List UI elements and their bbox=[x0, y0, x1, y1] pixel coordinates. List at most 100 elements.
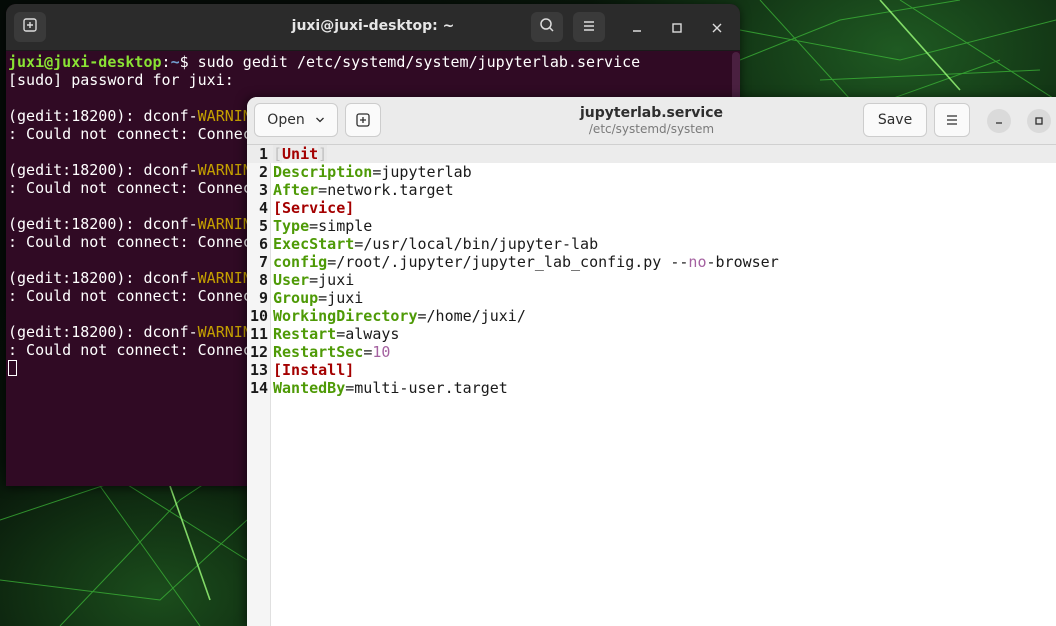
config-key: WantedBy bbox=[273, 379, 346, 397]
code-line[interactable]: 2 Description=jupyterlab bbox=[247, 163, 1056, 181]
code-line[interactable]: 9 Group=juxi bbox=[247, 289, 1056, 307]
config-key: config bbox=[273, 253, 328, 271]
terminal-close-button[interactable] bbox=[706, 17, 728, 39]
warning-word: WARNIN bbox=[197, 107, 252, 125]
terminal-minimize-button[interactable] bbox=[626, 17, 648, 39]
line-content: [Service] bbox=[273, 199, 354, 217]
warning-prefix: (gedit:18200): dconf- bbox=[8, 215, 198, 233]
close-icon bbox=[711, 19, 723, 38]
code-line[interactable]: 6 ExecStart=/usr/local/bin/jupyter-lab bbox=[247, 235, 1056, 253]
hamburger-menu-icon bbox=[945, 113, 959, 127]
search-icon bbox=[539, 17, 555, 37]
config-value: /root/.jupyter/jupyter_lab_config.py -- bbox=[336, 253, 689, 271]
code-lines[interactable]: 1 [Unit] 2 Description=jupyterlab 3 Afte… bbox=[247, 145, 1056, 397]
config-value: juxi bbox=[327, 289, 364, 307]
equals-sign: = bbox=[309, 271, 319, 289]
warning-prefix: (gedit:18200): dconf- bbox=[8, 323, 198, 341]
sudo-prompt: [sudo] password for juxi: bbox=[8, 71, 234, 89]
warning-word: WARNIN bbox=[197, 269, 252, 287]
equals-sign: = bbox=[354, 235, 364, 253]
line-number: 13 bbox=[249, 361, 268, 379]
equals-sign: = bbox=[336, 325, 346, 343]
code-line[interactable]: 1 [Unit] bbox=[247, 145, 1056, 163]
maximize-icon bbox=[671, 19, 683, 38]
config-key: Restart bbox=[273, 325, 337, 343]
line-number: 3 bbox=[258, 181, 268, 199]
prompt-user: juxi@juxi-desktop bbox=[8, 53, 162, 71]
config-key: Group bbox=[273, 289, 319, 307]
line-content: User=juxi bbox=[273, 271, 354, 289]
warning-prefix: (gedit:18200): dconf- bbox=[8, 161, 198, 179]
config-value: /home/juxi/ bbox=[426, 307, 526, 325]
config-key: RestartSec bbox=[273, 343, 364, 361]
code-line[interactable]: 13 [Install] bbox=[247, 361, 1056, 379]
code-line[interactable]: 5 Type=simple bbox=[247, 217, 1056, 235]
terminal-menu-button[interactable] bbox=[573, 12, 605, 42]
config-number: 10 bbox=[372, 343, 391, 361]
prompt-path: ~ bbox=[170, 53, 180, 71]
line-content: Group=juxi bbox=[273, 289, 363, 307]
code-line[interactable]: 10 WorkingDirectory=/home/juxi/ bbox=[247, 307, 1056, 325]
warning-detail: : Could not connect: Connec bbox=[8, 233, 252, 251]
terminal-header-bar[interactable]: juxi@juxi-desktop: ~ bbox=[6, 4, 740, 51]
code-line[interactable]: 11 Restart=always bbox=[247, 325, 1056, 343]
maximize-icon bbox=[1034, 116, 1044, 126]
minimize-icon bbox=[631, 19, 643, 38]
gedit-header-bar[interactable]: Open jupyterlab.service /etc/systemd/sys… bbox=[247, 97, 1056, 145]
line-content: Type=simple bbox=[273, 217, 372, 235]
line-content: Description=jupyterlab bbox=[273, 163, 472, 181]
code-line[interactable]: 12 RestartSec=10 bbox=[247, 343, 1056, 361]
line-content: ExecStart=/usr/local/bin/jupyter-lab bbox=[273, 235, 598, 253]
config-value: juxi bbox=[318, 271, 355, 289]
gedit-menu-button[interactable] bbox=[934, 103, 970, 137]
minimize-icon bbox=[994, 116, 1004, 126]
config-value: always bbox=[345, 325, 400, 343]
line-number: 9 bbox=[258, 289, 268, 307]
prompt-symbol: $ bbox=[179, 53, 198, 71]
gedit-maximize-button[interactable] bbox=[1027, 109, 1051, 133]
config-value: simple bbox=[318, 217, 373, 235]
warning-word: WARNIN bbox=[197, 323, 252, 341]
warning-detail: : Could not connect: Connec bbox=[8, 341, 252, 359]
code-line[interactable]: 7 config=/root/.jupyter/jupyter_lab_conf… bbox=[247, 253, 1056, 271]
config-key: User bbox=[273, 271, 310, 289]
config-key: Type bbox=[273, 217, 310, 235]
line-content: [Install] bbox=[273, 361, 354, 379]
equals-sign: = bbox=[318, 181, 328, 199]
line-number: 1 bbox=[258, 145, 268, 163]
hamburger-menu-icon bbox=[582, 18, 596, 37]
section-name: Unit bbox=[282, 145, 319, 163]
line-content: WantedBy=multi-user.target bbox=[273, 379, 508, 397]
section-header: [Service] bbox=[273, 199, 355, 217]
config-key: ExecStart bbox=[273, 235, 355, 253]
terminal-search-button[interactable] bbox=[531, 12, 563, 42]
line-number: 4 bbox=[258, 199, 268, 217]
line-number: 11 bbox=[249, 325, 268, 343]
equals-sign: = bbox=[318, 289, 328, 307]
text-editor[interactable]: 1 [Unit] 2 Description=jupyterlab 3 Afte… bbox=[247, 145, 1056, 626]
line-number: 7 bbox=[258, 253, 268, 271]
warning-detail: : Could not connect: Connec bbox=[8, 287, 252, 305]
gedit-window: Open jupyterlab.service /etc/systemd/sys… bbox=[247, 97, 1056, 626]
config-key: Description bbox=[273, 163, 373, 181]
save-button[interactable]: Save bbox=[863, 103, 927, 137]
command-text: sudo gedit /etc/systemd/system/jupyterla… bbox=[197, 53, 641, 71]
warning-word: WARNIN bbox=[197, 215, 252, 233]
config-value: multi-user.target bbox=[354, 379, 508, 397]
gedit-minimize-button[interactable] bbox=[987, 109, 1011, 133]
code-line[interactable]: 14 WantedBy=multi-user.target bbox=[247, 379, 1056, 397]
code-line[interactable]: 8 User=juxi bbox=[247, 271, 1056, 289]
equals-sign: = bbox=[417, 307, 427, 325]
equals-sign: = bbox=[345, 379, 355, 397]
line-content: WorkingDirectory=/home/juxi/ bbox=[273, 307, 526, 325]
line-number: 14 bbox=[249, 379, 268, 397]
line-number: 5 bbox=[258, 217, 268, 235]
code-line[interactable]: 3 After=network.target bbox=[247, 181, 1056, 199]
code-line[interactable]: 4 [Service] bbox=[247, 199, 1056, 217]
bracket-close: ] bbox=[318, 145, 328, 163]
equals-sign: = bbox=[327, 253, 337, 271]
line-content: After=network.target bbox=[273, 181, 454, 199]
terminal-maximize-button[interactable] bbox=[666, 17, 688, 39]
equals-sign: = bbox=[363, 343, 373, 361]
keyword-no: no bbox=[688, 253, 707, 271]
